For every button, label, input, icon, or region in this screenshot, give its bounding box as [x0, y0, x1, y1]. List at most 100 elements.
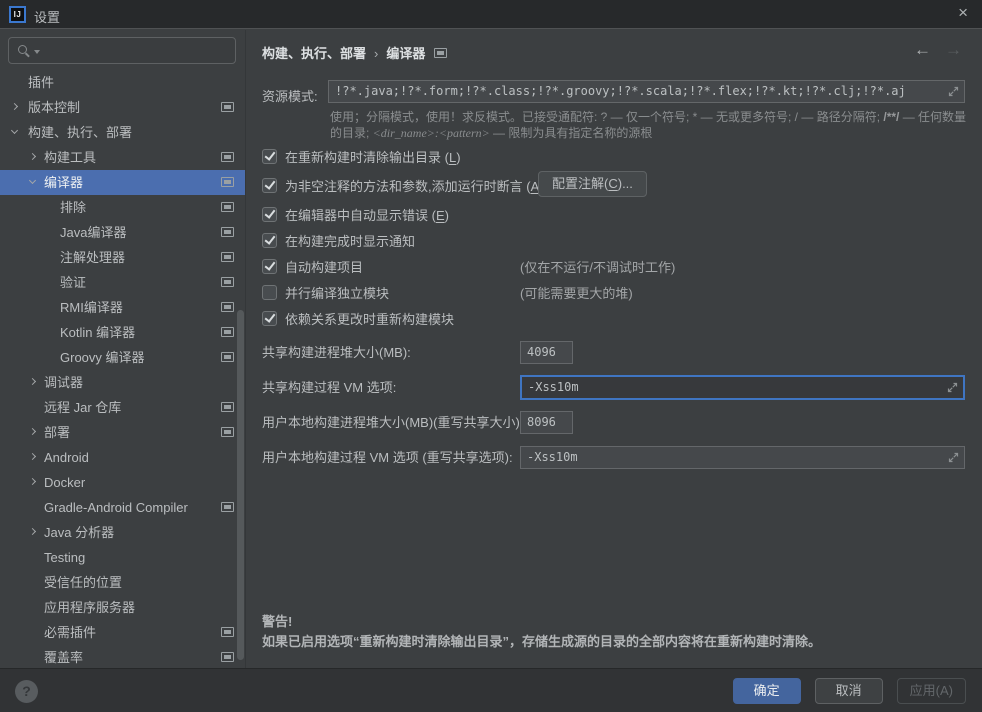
help-button[interactable]: ?: [15, 680, 38, 703]
field-label: 用户本地构建过程 VM 选项 (重写共享选项):: [262, 446, 513, 469]
sidebar-item-受信任的位置[interactable]: 受信任的位置: [0, 570, 245, 595]
expand-icon[interactable]: [947, 451, 960, 464]
sidebar-scrollbar[interactable]: [237, 310, 244, 660]
sidebar-item-排除[interactable]: 排除: [0, 195, 245, 220]
sidebar-item-Android[interactable]: Android: [0, 445, 245, 470]
forward-arrow-icon: →: [945, 40, 962, 59]
sidebar-item-label: Docker: [0, 475, 85, 490]
checkbox-label[interactable]: 自动构建项目: [285, 257, 363, 276]
checkbox-label[interactable]: 在重新构建时清除输出目录 (L): [285, 147, 461, 166]
settings-sidebar: 插件版本控制构建、执行、部署构建工具编译器排除 Java编译器注解处理器验证 RMI…: [0, 30, 245, 668]
back-arrow-icon[interactable]: ←: [914, 40, 931, 59]
project-setting-icon: [221, 102, 234, 112]
field-label: 共享构建过程 VM 选项:: [262, 376, 396, 399]
project-setting-icon: [221, 227, 234, 237]
sidebar-item-注解处理器[interactable]: 注解处理器: [0, 245, 245, 270]
cancel-button[interactable]: 取消: [815, 678, 883, 704]
search-icon: [18, 45, 27, 54]
compiler-settings-panel: 构建、执行、部署›编译器 ←→ 资源模式: !?*.java;!?*.form;…: [246, 30, 982, 668]
warning-text: 如果已启用选项“重新构建时清除输出目录”，存储生成源的目录的全部内容将在重新构建…: [262, 632, 821, 652]
sidebar-item-Kotlin 编译器[interactable]: Kotlin 编译器: [0, 320, 245, 345]
sidebar-item-Java 分析器[interactable]: Java 分析器: [0, 520, 245, 545]
checkbox-checked-icon[interactable]: [262, 259, 277, 274]
sidebar-item-label: 应用程序服务器: [0, 600, 135, 615]
search-input[interactable]: [43, 40, 228, 61]
sidebar-item-Groovy 编译器[interactable]: Groovy 编译器: [0, 345, 245, 370]
sidebar-item-必需插件[interactable]: 必需插件: [0, 620, 245, 645]
project-setting-icon: [221, 177, 234, 187]
sidebar-item-远程 Jar 仓库[interactable]: 远程 Jar 仓库: [0, 395, 245, 420]
sidebar-item-label: 排除: [0, 200, 86, 215]
sidebar-item-Testing[interactable]: Testing: [0, 545, 245, 570]
checkbox-label[interactable]: 在构建完成时显示通知: [285, 231, 415, 250]
checkbox-label[interactable]: 依赖关系更改时重新构建模块: [285, 309, 454, 328]
expand-icon[interactable]: [947, 85, 960, 98]
breadcrumb-build-execution-deployment[interactable]: 构建、执行、部署: [262, 46, 366, 61]
sidebar-item-覆盖率[interactable]: 覆盖率: [0, 645, 245, 670]
sidebar-item-构建工具[interactable]: 构建工具: [0, 145, 245, 170]
ok-button[interactable]: 确定: [733, 678, 801, 704]
sidebar-item-调试器[interactable]: 调试器: [0, 370, 245, 395]
checkbox-comment: (可能需要更大的堆): [520, 283, 633, 302]
sidebar-item-Gradle-Android Compiler[interactable]: Gradle-Android Compiler: [0, 495, 245, 520]
checkbox-label[interactable]: 并行编译独立模块: [285, 283, 389, 302]
checkbox-unchecked-icon[interactable]: [262, 285, 277, 300]
resource-patterns-value[interactable]: !?*.java;!?*.form;!?*.class;!?*.groovy;!…: [329, 81, 964, 102]
sidebar-item-label: Groovy 编译器: [0, 350, 145, 365]
checkbox-row: 为非空注释的方法和参数,添加运行时断言 (A)配置注解(C)...: [262, 169, 965, 201]
field-input[interactable]: -Xss10m: [520, 375, 965, 400]
sidebar-item-RMI编译器[interactable]: RMI编译器: [0, 295, 245, 320]
sidebar-item-label: 插件: [0, 75, 54, 90]
sidebar-item-编译器[interactable]: 编译器: [0, 170, 245, 195]
resource-patterns-field[interactable]: !?*.java;!?*.form;!?*.class;!?*.groovy;!…: [328, 80, 965, 103]
sidebar-item-label: Kotlin 编译器: [0, 325, 135, 340]
checkbox-label[interactable]: 为非空注释的方法和参数,添加运行时断言 (A): [285, 176, 544, 195]
checkbox-row: 在编辑器中自动显示错误 (E): [262, 201, 965, 227]
sidebar-item-Java编译器[interactable]: Java编译器: [0, 220, 245, 245]
sidebar-item-label: 验证: [0, 275, 86, 290]
sidebar-item-label: Java编译器: [0, 225, 126, 240]
dialog-footer: ? 确定 取消 应用(A): [0, 668, 982, 712]
sidebar-item-Docker[interactable]: Docker: [0, 470, 245, 495]
compiler-option-fields: 共享构建进程堆大小(MB): 4096 共享构建过程 VM 选项: -Xss10m 用户…: [262, 341, 965, 481]
checkbox-checked-icon[interactable]: [262, 149, 277, 164]
warning-title: 警告!: [262, 612, 821, 632]
help-text-segment: — 限制为具有指定名称的源根: [490, 126, 653, 140]
project-setting-icon: [221, 152, 234, 162]
project-setting-icon: [221, 302, 234, 312]
checkbox-checked-icon[interactable]: [262, 178, 277, 193]
sidebar-item-label: Java 分析器: [0, 525, 114, 540]
breadcrumb-compiler: 编译器: [386, 46, 425, 61]
sidebar-item-版本控制[interactable]: 版本控制: [0, 95, 245, 120]
sidebar-item-label: Gradle-Android Compiler: [0, 500, 188, 515]
checkbox-label[interactable]: 在编辑器中自动显示错误 (E): [285, 205, 449, 224]
configure-annotations-button[interactable]: 配置注解(C)...: [538, 171, 647, 197]
sidebar-item-label: Testing: [0, 550, 85, 565]
warning-block: 警告! 如果已启用选项“重新构建时清除输出目录”，存储生成源的目录的全部内容将在…: [262, 612, 821, 652]
sidebar-item-验证[interactable]: 验证: [0, 270, 245, 295]
sidebar-item-应用程序服务器[interactable]: 应用程序服务器: [0, 595, 245, 620]
field-input[interactable]: -Xss10m: [520, 446, 965, 469]
sidebar-item-插件[interactable]: 插件: [0, 70, 245, 95]
checkbox-checked-icon[interactable]: [262, 207, 277, 222]
settings-search-box[interactable]: [8, 37, 236, 64]
dialog-buttons: 确定 取消 应用(A): [733, 678, 966, 704]
sidebar-item-构建、执行、部署[interactable]: 构建、执行、部署: [0, 120, 245, 145]
field-row: 共享构建进程堆大小(MB): 4096: [262, 341, 965, 376]
checkbox-checked-icon[interactable]: [262, 311, 277, 326]
sidebar-item-label: 受信任的位置: [0, 575, 122, 590]
search-options-caret-icon[interactable]: [34, 50, 40, 54]
sidebar-item-部署[interactable]: 部署: [0, 420, 245, 445]
field-label: 共享构建进程堆大小(MB):: [262, 341, 411, 364]
project-setting-icon: [221, 652, 234, 662]
close-icon[interactable]: ×: [958, 3, 968, 23]
checkbox-checked-icon[interactable]: [262, 233, 277, 248]
field-input[interactable]: 8096: [520, 411, 573, 434]
field-row: 共享构建过程 VM 选项: -Xss10m: [262, 376, 965, 411]
resource-patterns-label: 资源模式:: [262, 85, 318, 108]
expand-icon[interactable]: [946, 381, 959, 394]
project-setting-icon: [221, 402, 234, 412]
project-setting-icon: [221, 327, 234, 337]
sidebar-item-label: 调试器: [0, 375, 83, 390]
field-input[interactable]: 4096: [520, 341, 573, 364]
